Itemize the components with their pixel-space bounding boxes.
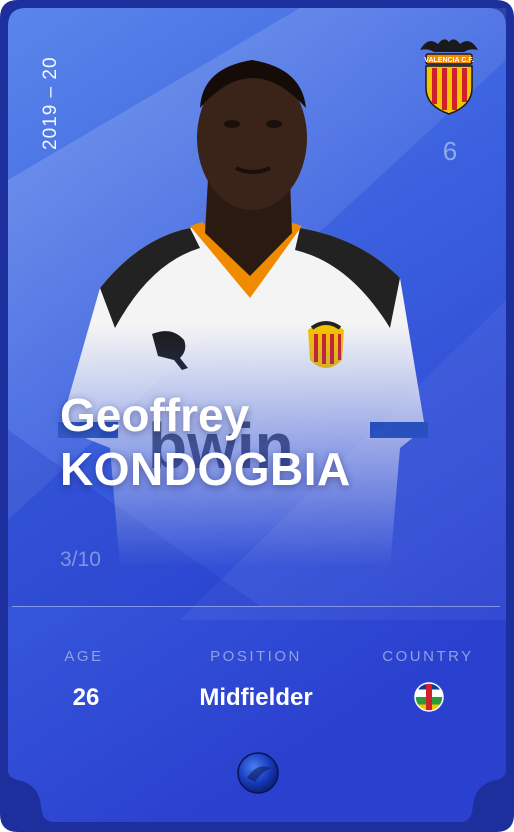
- country-label: COUNTRY: [382, 648, 474, 665]
- central-african-republic-flag-icon: [414, 682, 444, 712]
- player-card: bwin 2019 – 20 VALENCIA C.F. 6 Geoffrey: [0, 0, 514, 832]
- crest-club-name: VALENCIA C.F.: [424, 57, 473, 64]
- age-value: 26: [72, 684, 100, 711]
- divider: [12, 606, 500, 607]
- position-label: POSITION: [210, 648, 302, 665]
- season-label: 2019 – 20: [40, 56, 61, 150]
- age-label: AGE: [64, 648, 104, 665]
- player-last-name: KONDOGBIA: [60, 443, 351, 495]
- player-name: Geoffrey KONDOGBIA: [60, 388, 351, 496]
- position-value: Midfielder: [199, 684, 313, 711]
- player-first-name: Geoffrey: [60, 389, 250, 441]
- rare-gem-icon: [237, 752, 279, 794]
- jersey-number: 6: [442, 136, 458, 166]
- valencia-crest-icon: VALENCIA C.F.: [420, 39, 478, 115]
- edition-number: 3/10: [60, 548, 101, 571]
